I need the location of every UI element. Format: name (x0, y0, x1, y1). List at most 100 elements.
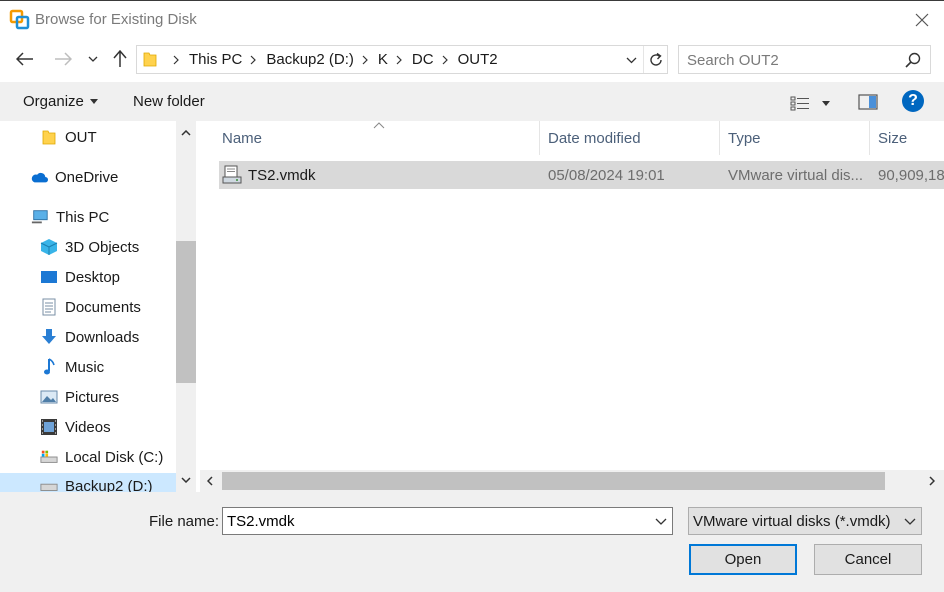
column-header-label: Type (728, 129, 761, 147)
open-button[interactable]: Open (689, 544, 797, 575)
documents-icon (40, 298, 58, 316)
sidebar-item-downloads[interactable]: Downloads (40, 324, 139, 350)
command-bar: Organize New folder ? (0, 82, 944, 121)
sidebar-item-label: This PC (56, 208, 110, 226)
cancel-label: Cancel (844, 551, 892, 568)
sidebar-item-pictures[interactable]: Pictures (40, 384, 119, 410)
sidebar-item-backup2-d[interactable]: Backup2 (D:) (0, 473, 176, 492)
sidebar-item-onedrive[interactable]: OneDrive (30, 164, 118, 190)
new-folder-button[interactable]: New folder (133, 93, 205, 110)
file-name-combobox[interactable] (222, 507, 673, 535)
recent-locations-button[interactable] (80, 48, 106, 70)
folder-icon (143, 52, 157, 67)
organize-button[interactable]: Organize (23, 93, 98, 110)
scrollbar-thumb[interactable] (222, 472, 885, 490)
file-size-cell: 90,909,184 (878, 166, 944, 184)
details-view-icon (790, 96, 809, 111)
open-label: Open (724, 551, 762, 568)
file-name-input[interactable] (227, 512, 647, 530)
computer-icon (31, 208, 49, 226)
scrollbar-thumb[interactable] (176, 241, 196, 383)
sidebar-item-music[interactable]: Music (40, 354, 104, 380)
scroll-left-button[interactable] (200, 470, 220, 492)
file-name-label: File name: (149, 513, 220, 530)
column-header-label: Size (878, 129, 908, 147)
sidebar-item-this-pc[interactable]: This PC (31, 204, 109, 230)
vmdk-disk-icon (222, 165, 242, 184)
table-row[interactable]: TS2.vmdk 05/08/2024 19:01 VMware virtual… (219, 161, 944, 189)
scroll-down-button[interactable] (176, 470, 196, 490)
sidebar-item-label: Backup2 (D:) (65, 477, 153, 493)
address-dropdown-button[interactable] (623, 52, 639, 68)
folder-icon (40, 128, 58, 146)
forward-button[interactable] (49, 48, 77, 70)
chevron-down-icon (181, 477, 191, 483)
sidebar-item-label: Pictures (65, 388, 120, 406)
column-header-size[interactable]: Size (870, 121, 944, 155)
pictures-icon (40, 388, 58, 406)
dialog-footer: File name: VMware virtual disks (*.vmdk)… (0, 492, 944, 592)
preview-pane-icon[interactable] (858, 93, 878, 111)
downloads-icon (40, 328, 58, 346)
scroll-right-button[interactable] (922, 470, 942, 492)
3d-objects-icon (40, 238, 58, 256)
refresh-button[interactable] (643, 46, 667, 73)
chevron-right-icon (929, 476, 935, 486)
breadcrumb-item[interactable]: K (378, 51, 388, 68)
navigation-pane: OUT OneDrive This PC 3D Objects Desktop … (0, 121, 196, 492)
file-list: Name Date modified Type Size TS2.vmdk 05… (200, 121, 944, 492)
file-type-select[interactable]: VMware virtual disks (*.vmdk) (688, 507, 922, 535)
chevron-right-icon[interactable] (396, 55, 402, 65)
file-name-cell[interactable]: TS2.vmdk (222, 161, 542, 189)
breadcrumb-item[interactable]: DC (412, 51, 434, 68)
sidebar-item-desktop[interactable]: Desktop (40, 264, 120, 290)
sidebar-item-label: Desktop (65, 268, 121, 286)
file-type-value: VMware virtual disks (*.vmdk) (693, 512, 891, 530)
drive-icon (40, 477, 58, 492)
search-icon[interactable] (905, 52, 921, 68)
caret-down-icon (822, 100, 830, 106)
breadcrumb-item[interactable]: Backup2 (D:) (266, 51, 354, 68)
sidebar-item-local-disk-c[interactable]: Local Disk (C:) (40, 444, 163, 470)
change-view-button[interactable] (790, 94, 834, 112)
chevron-down-icon[interactable] (653, 513, 669, 529)
breadcrumb: This PC Backup2 (D:) K DC OUT2 (165, 46, 498, 73)
close-button[interactable] (900, 1, 944, 39)
file-date-cell: 05/08/2024 19:01 (548, 166, 665, 184)
breadcrumb-item[interactable]: This PC (189, 51, 242, 68)
up-button[interactable] (106, 48, 134, 70)
column-header-name[interactable]: Name (214, 121, 540, 155)
back-button[interactable] (11, 48, 39, 70)
sidebar-item-label: OneDrive (55, 168, 119, 186)
forward-arrow-icon (55, 52, 72, 66)
chevron-right-icon[interactable] (250, 55, 257, 65)
onedrive-cloud-icon (30, 168, 48, 186)
vmware-workstation-icon (9, 9, 30, 30)
sidebar-item-videos[interactable]: Videos (40, 414, 111, 440)
sidebar-item-documents[interactable]: Documents (40, 294, 141, 320)
cancel-button[interactable]: Cancel (814, 544, 922, 575)
title-bar: Browse for Existing Disk (0, 0, 944, 38)
file-list-horizontal-scrollbar[interactable] (200, 470, 944, 492)
scroll-up-button[interactable] (176, 123, 196, 143)
chevron-down-icon (904, 518, 916, 525)
caret-down-icon (89, 99, 98, 104)
sidebar-item-label: Documents (65, 298, 141, 316)
sidebar-item-label: Videos (65, 418, 111, 436)
help-button[interactable]: ? (902, 90, 924, 112)
search-input[interactable] (687, 51, 897, 69)
back-arrow-icon (16, 52, 33, 66)
sidebar-item-out[interactable]: OUT (40, 124, 97, 150)
column-header-label: Date modified (548, 129, 641, 147)
address-bar[interactable]: This PC Backup2 (D:) K DC OUT2 (136, 45, 668, 74)
chevron-left-icon (207, 476, 213, 486)
column-header-date-modified[interactable]: Date modified (540, 121, 720, 155)
sidebar-item-3d-objects[interactable]: 3D Objects (40, 234, 139, 260)
chevron-right-icon[interactable] (442, 55, 448, 65)
chevron-down-icon (626, 57, 636, 63)
column-header-type[interactable]: Type (720, 121, 870, 155)
breadcrumb-item[interactable]: OUT2 (458, 51, 498, 68)
sidebar-scrollbar[interactable] (176, 121, 196, 492)
search-box[interactable] (678, 45, 931, 74)
chevron-right-icon[interactable] (362, 55, 368, 65)
